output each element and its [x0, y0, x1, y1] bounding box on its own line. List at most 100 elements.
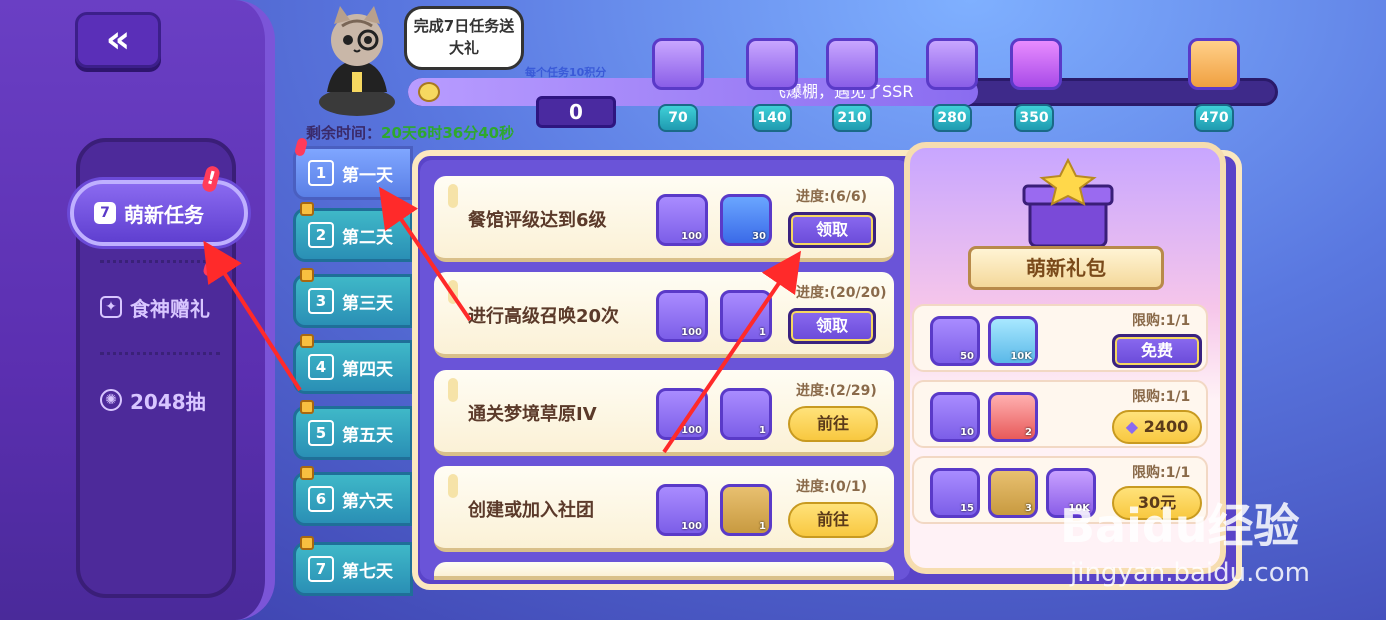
- calendar-icon: 2: [308, 222, 334, 248]
- purchase-limit: 限购:1/1: [1132, 465, 1191, 481]
- lock-icon: [300, 202, 314, 216]
- tab-day-3[interactable]: 3 第三天: [293, 274, 413, 328]
- lightbulb-icon: [448, 378, 458, 402]
- back-button[interactable]: «: [75, 12, 161, 68]
- milestone-reward-gem[interactable]: [826, 38, 878, 90]
- lightbulb-icon: [448, 184, 458, 208]
- gift-icon: ✦: [100, 296, 122, 318]
- reward-qty: 2: [1025, 427, 1032, 438]
- reward-qty: 100: [681, 521, 702, 532]
- reward-qty: 15: [960, 503, 974, 514]
- reward-qty: 1: [759, 425, 766, 436]
- calendar-icon: 6: [308, 486, 334, 512]
- nav-item-2048-draw[interactable]: ✺ 2048抽: [80, 370, 232, 430]
- nav-item-label: 萌新任务: [124, 202, 204, 227]
- speech-text: 完成7日任务送大礼: [413, 17, 515, 57]
- ticket-icon: 15: [930, 468, 980, 518]
- task-row: 通关梦境草原IV 100 1 进度:(2/29) 前往: [434, 370, 894, 456]
- tab-day-7[interactable]: 7 第七天: [293, 542, 413, 596]
- milestone-reward-slime[interactable]: [1010, 38, 1062, 90]
- purchase-limit: 限购:1/1: [1132, 389, 1191, 405]
- lock-icon: [300, 536, 314, 550]
- milestone-points: 280: [932, 104, 972, 132]
- timer-label: 剩余时间：: [306, 124, 382, 142]
- buy-with-gems-button[interactable]: ◆ 2400: [1112, 410, 1202, 444]
- milestone-points: 140: [752, 104, 792, 132]
- double-chevron-left-icon: «: [105, 17, 131, 61]
- tab-day-1[interactable]: 1 第一天: [293, 146, 413, 200]
- coin-icon: 3: [988, 468, 1038, 518]
- timer-value: 20天6时36分40秒: [381, 124, 515, 142]
- go-button[interactable]: 前往: [788, 502, 878, 538]
- coin-icon: 1: [720, 484, 772, 536]
- lock-icon: [300, 400, 314, 414]
- gem-icon: 100: [656, 388, 708, 440]
- milestone-reward-character[interactable]: [1188, 38, 1240, 90]
- calendar-icon: 5: [308, 420, 334, 446]
- task-row: 餐馆评级达到6级 100 30 进度:(6/6) 领取: [434, 176, 894, 262]
- milestone-reward-ticket[interactable]: [746, 38, 798, 90]
- gift-pack-title: 萌新礼包: [968, 246, 1164, 290]
- energy-icon: 30: [720, 194, 772, 246]
- gem-icon: 100: [656, 484, 708, 536]
- nav-menu: 7 萌新任务 ✦ 食神赠礼 ✺ 2048抽: [70, 138, 248, 598]
- tab-day-6[interactable]: 6 第六天: [293, 472, 413, 526]
- ticket-icon: 10: [930, 392, 980, 442]
- price-label: 2400: [1143, 417, 1189, 436]
- watermark-url: jingyan.baidu.com: [1070, 558, 1310, 588]
- tab-day-2[interactable]: 2 第二天: [293, 208, 413, 262]
- milestone-reward-ticket[interactable]: [926, 38, 978, 90]
- tab-label: 第六天: [342, 491, 393, 512]
- free-claim-button[interactable]: 免费: [1112, 334, 1202, 368]
- lock-icon: [300, 466, 314, 480]
- milestone-reward-gem[interactable]: [652, 38, 704, 90]
- watermark-logo: Baidu经验: [1060, 499, 1300, 553]
- reward-qty: 100: [681, 327, 702, 338]
- milestone-points: 470: [1194, 104, 1234, 132]
- lock-icon: [300, 334, 314, 348]
- task-progress: 进度:(2/29): [796, 383, 877, 399]
- tab-day-4[interactable]: 4 第四天: [293, 340, 413, 394]
- tab-label: 第一天: [342, 165, 393, 186]
- claim-button[interactable]: 领取: [788, 212, 876, 248]
- trumpet-icon: [418, 82, 440, 102]
- remaining-time: 剩余时间：20天6时36分40秒: [306, 122, 514, 143]
- claim-button[interactable]: 领取: [788, 308, 876, 344]
- task-title: 通关梦境草原IV: [468, 404, 597, 425]
- reward-qty: 10: [960, 427, 974, 438]
- reward-qty: 100: [681, 425, 702, 436]
- reward-qty: 3: [1025, 503, 1032, 514]
- task-row: 进行高级召唤20次 100 1 进度:(20/20) 领取: [434, 272, 894, 358]
- gem-icon: 100: [656, 290, 708, 342]
- gem-icon: 50: [930, 316, 980, 366]
- ticket-icon: 1: [720, 290, 772, 342]
- milestone-points: 210: [832, 104, 872, 132]
- task-progress: 进度:(20/20): [796, 285, 887, 301]
- current-score: 0: [536, 96, 616, 128]
- nav-item-chef-gift[interactable]: ✦ 食神赠礼: [80, 277, 232, 337]
- gift-row: 10 2 限购:1/1 ◆ 2400: [912, 380, 1208, 448]
- lock-icon: [300, 268, 314, 282]
- purchase-limit: 限购:1/1: [1132, 313, 1191, 329]
- gift-box-icon: [1022, 158, 1114, 248]
- divider: [100, 352, 220, 355]
- lightbulb-icon: [448, 280, 458, 304]
- task-title: 餐馆评级达到6级: [468, 210, 607, 231]
- reward-qty: 30: [752, 231, 766, 242]
- go-button[interactable]: 前往: [788, 406, 878, 442]
- calendar-item-icon: 2: [988, 392, 1038, 442]
- ticket-icon: 1: [720, 388, 772, 440]
- reward-qty: 10K: [1010, 351, 1032, 362]
- nav-item-newbie-tasks[interactable]: 7 萌新任务: [70, 180, 248, 246]
- task-row: [434, 562, 894, 580]
- calendar-icon: 3: [308, 288, 334, 314]
- milestone-points: 350: [1014, 104, 1054, 132]
- divider: [100, 260, 220, 263]
- task-title: 创建或加入社团: [468, 500, 594, 521]
- task-progress: 进度:(0/1): [796, 479, 867, 495]
- tab-label: 第二天: [342, 227, 393, 248]
- gem-icon: ◆: [1125, 417, 1139, 436]
- tab-day-5[interactable]: 5 第五天: [293, 406, 413, 460]
- nav-item-label: 食神赠礼: [130, 296, 210, 321]
- reward-qty: 1: [759, 521, 766, 532]
